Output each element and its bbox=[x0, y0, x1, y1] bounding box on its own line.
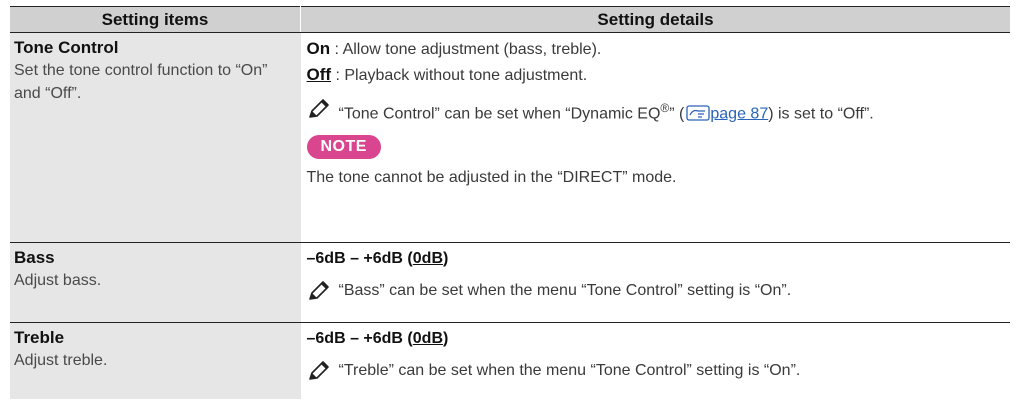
setting-name-cell: Bass Adjust bass. bbox=[10, 242, 301, 323]
setting-description: Adjust bass. bbox=[14, 272, 102, 289]
default-value: 0dB bbox=[412, 330, 443, 347]
range-values: –6dB – +6dB (0dB) bbox=[307, 247, 1005, 271]
memo-bass: “Bass” can be set when the menu “Tone Co… bbox=[307, 279, 1005, 302]
memo-tone-control: “Tone Control” can be set when “Dynamic … bbox=[307, 97, 1005, 125]
header-setting-details: Setting details bbox=[300, 6, 1010, 33]
pencil-icon bbox=[308, 99, 329, 118]
setting-description: Adjust treble. bbox=[14, 352, 108, 369]
pencil-icon bbox=[308, 361, 329, 380]
note-text: The tone cannot be adjusted in the “DIRE… bbox=[306, 169, 677, 187]
setting-detail-cell: On : Allow tone adjustment (bass, treble… bbox=[300, 32, 1010, 243]
range-text: ) bbox=[443, 330, 449, 347]
note-badge: NOTE bbox=[306, 135, 381, 160]
header-setting-items: Setting items bbox=[10, 6, 301, 33]
memo-text: “Bass” can be set when the menu “Tone Co… bbox=[338, 282, 792, 299]
range-text: ) bbox=[443, 250, 449, 267]
option-off-label: Off bbox=[306, 65, 332, 84]
table-row-treble: Treble Adjust treble. –6dB – +6dB (0dB) … bbox=[10, 322, 1011, 400]
range-values: –6dB – +6dB (0dB) bbox=[307, 327, 1005, 351]
setting-description: Set the tone control function to “On” an… bbox=[14, 62, 268, 102]
table-header-row: Setting items Setting details bbox=[10, 6, 1010, 33]
option-off: Off : Playback without tone adjustment. bbox=[307, 63, 1005, 87]
setting-detail-cell: –6dB – +6dB (0dB) “Bass” can be set when… bbox=[300, 242, 1010, 323]
memo-text-part: ) is set to “Off”. bbox=[768, 105, 874, 123]
registered-mark: ® bbox=[660, 101, 670, 115]
memo-text: “Treble” can be set when the menu “Tone … bbox=[338, 362, 801, 379]
setting-title: Tone Control bbox=[14, 38, 119, 57]
pencil-icon bbox=[308, 281, 329, 300]
range-text: –6dB – +6dB ( bbox=[306, 250, 413, 267]
option-on: On : Allow tone adjustment (bass, treble… bbox=[307, 37, 1005, 61]
table-row-bass: Bass Adjust bass. –6dB – +6dB (0dB) “Bas… bbox=[10, 242, 1010, 323]
option-off-text: : Playback without tone adjustment. bbox=[331, 67, 588, 84]
memo-treble: “Treble” can be set when the menu “Tone … bbox=[307, 359, 1005, 382]
memo-text-part: ” ( bbox=[669, 105, 685, 123]
setting-title: Treble bbox=[14, 328, 65, 347]
table-row-tone-control: Tone Control Set the tone control functi… bbox=[10, 32, 1010, 243]
page-reference-link[interactable]: page 87 bbox=[710, 105, 768, 122]
settings-table: Setting items Setting details Tone Contr… bbox=[10, 6, 1010, 399]
setting-name-cell: Tone Control Set the tone control functi… bbox=[10, 32, 301, 243]
manual-page: Setting items Setting details Tone Contr… bbox=[0, 0, 1024, 404]
option-on-label: On bbox=[306, 39, 331, 58]
memo-text: “Tone Control” can be set when “Dynamic … bbox=[339, 97, 1005, 125]
option-on-text: : Allow tone adjustment (bass, treble). bbox=[330, 41, 602, 58]
memo-text-part: “Tone Control” can be set when “Dynamic … bbox=[338, 105, 661, 123]
setting-detail-cell: –6dB – +6dB (0dB) “Treble” can be set wh… bbox=[301, 323, 1011, 400]
default-value: 0dB bbox=[412, 250, 443, 267]
setting-name-cell: Treble Adjust treble. bbox=[10, 322, 301, 399]
range-text: –6dB – +6dB ( bbox=[306, 330, 413, 347]
setting-title: Bass bbox=[14, 248, 55, 267]
reference-hand-icon bbox=[686, 105, 711, 121]
